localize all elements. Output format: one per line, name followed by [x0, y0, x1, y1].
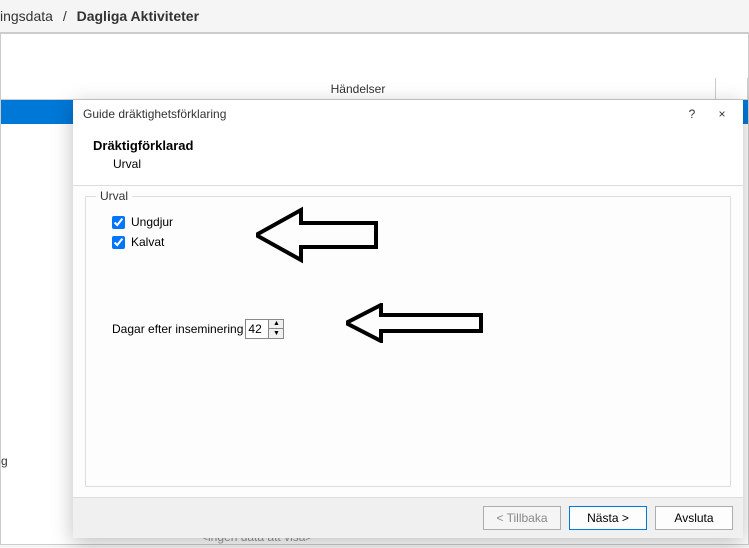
checkbox-ungdjur-label: Ungdjur: [131, 215, 173, 229]
groupbox-title: Urval: [96, 189, 132, 203]
days-spinner-up[interactable]: ▲: [269, 320, 283, 329]
breadcrumb: ingsdata / Dagliga Aktiviteter: [0, 0, 749, 33]
back-button: < Tillbaka: [483, 506, 561, 530]
breadcrumb-prev[interactable]: ingsdata: [0, 8, 53, 24]
column-header-empty[interactable]: [716, 78, 748, 99]
column-header-handelser[interactable]: Händelser: [1, 78, 716, 99]
finish-button[interactable]: Avsluta: [655, 506, 733, 530]
checkbox-row-kalvat: Kalvat: [112, 235, 710, 249]
dialog-titlebar[interactable]: Guide dräktighetsförklaring ? ×: [73, 100, 743, 128]
dialog-header-subtitle: Urval: [113, 157, 723, 171]
days-spinner-down[interactable]: ▼: [269, 329, 283, 338]
wizard-dialog: Guide dräktighetsförklaring ? × Dräktigf…: [73, 100, 743, 538]
side-label: g: [1, 454, 8, 468]
close-button[interactable]: ×: [707, 103, 737, 125]
dialog-title: Guide dräktighetsförklaring: [83, 107, 677, 121]
table-header: Händelser: [1, 78, 748, 100]
checkbox-row-ungdjur: Ungdjur: [112, 215, 710, 229]
dialog-footer: < Tillbaka Nästa > Avsluta: [73, 497, 743, 538]
next-button[interactable]: Nästa >: [569, 506, 647, 530]
days-label: Dagar efter inseminering: [112, 322, 243, 336]
days-spinner: ▲ ▼: [245, 319, 284, 339]
dialog-header: Dräktigförklarad Urval: [73, 128, 743, 186]
groupbox-urval: Urval Ungdjur Kalvat Dagar efter insemin…: [85, 196, 731, 487]
breadcrumb-current: Dagliga Aktiviteter: [77, 8, 199, 24]
checkbox-kalvat[interactable]: [112, 236, 125, 249]
days-input[interactable]: [246, 320, 268, 338]
breadcrumb-separator: /: [63, 8, 67, 24]
dialog-header-title: Dräktigförklarad: [93, 138, 723, 153]
help-button[interactable]: ?: [677, 103, 707, 125]
dialog-body: Urval Ungdjur Kalvat Dagar efter insemin…: [73, 186, 743, 497]
days-row: Dagar efter inseminering ▲ ▼: [112, 319, 710, 339]
checkbox-ungdjur[interactable]: [112, 216, 125, 229]
checkbox-kalvat-label: Kalvat: [131, 235, 164, 249]
